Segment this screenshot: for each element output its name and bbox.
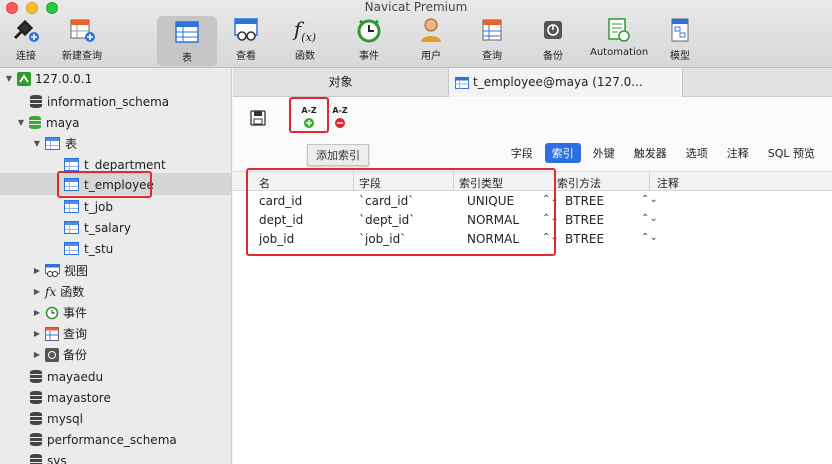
backup-icon: [544, 21, 562, 39]
plug-icon: [13, 19, 39, 42]
function-button[interactable]: f(x) 函数: [281, 14, 329, 68]
database-icon: [30, 95, 42, 108]
subtab-options[interactable]: 选项: [679, 143, 715, 163]
query-icon: [45, 326, 59, 341]
delete-index-button[interactable]: A-Z: [329, 105, 351, 131]
add-index-tooltip: 添加索引: [307, 144, 369, 166]
main-panel: 对象 t_employee@maya (127.0... A-Z A-Z 添加索…: [233, 68, 832, 464]
chevron-down-icon[interactable]: ▼: [16, 118, 26, 127]
database-icon: [30, 370, 42, 383]
tree-events-group[interactable]: ▶ 事件: [32, 302, 87, 323]
tree-db-mayaedu[interactable]: mayaedu: [30, 366, 103, 387]
function-icon: f(x): [293, 16, 317, 44]
new-query-button[interactable]: 新建查询: [58, 14, 106, 68]
function-icon: fx: [45, 284, 57, 299]
tree-backups-group[interactable]: ▶ 备份: [32, 344, 87, 365]
event-clock-icon: [45, 306, 59, 319]
chevron-down-icon[interactable]: ▼: [4, 74, 14, 83]
event-button[interactable]: 事件: [345, 14, 393, 68]
tree-connection[interactable]: ▼ 127.0.0.1: [4, 68, 92, 89]
tab-table-editor[interactable]: t_employee@maya (127.0...: [448, 68, 683, 97]
tree-table-t-salary[interactable]: t_salary: [64, 217, 131, 238]
index-method-select[interactable]: BTREE: [565, 232, 604, 246]
model-button[interactable]: 模型: [656, 14, 704, 68]
automation-button[interactable]: Automation: [590, 14, 648, 68]
backup-button[interactable]: 备份: [529, 14, 577, 68]
col-header-index-method[interactable]: 索引方法: [557, 175, 601, 191]
query-icon: [482, 19, 502, 41]
tab-objects[interactable]: 对象: [233, 68, 448, 97]
chevron-right-icon[interactable]: ▶: [32, 308, 42, 317]
backup-icon: [45, 347, 59, 362]
updown-icon[interactable]: ⌃⌄: [641, 213, 658, 224]
updown-icon[interactable]: ⌃⌄: [641, 232, 658, 243]
tree-db-mayastore[interactable]: mayastore: [30, 387, 111, 408]
database-icon: [30, 391, 42, 404]
table-icon: [175, 21, 199, 43]
view-button[interactable]: 查看: [222, 14, 270, 68]
user-icon: [421, 18, 441, 42]
subtab-bar: 字段 索引 外键 触发器 选项 注释 SQL 预览: [499, 143, 822, 163]
table-icon: [455, 77, 469, 89]
col-header-comment[interactable]: 注释: [657, 175, 679, 191]
chevron-right-icon[interactable]: ▶: [32, 287, 42, 296]
tree-db-information-schema[interactable]: information_schema: [30, 91, 169, 112]
updown-icon[interactable]: ⌃⌄: [641, 194, 658, 205]
subtab-sql-preview[interactable]: SQL 预览: [761, 143, 822, 163]
tree-views-group[interactable]: ▶ 视图: [32, 260, 88, 281]
table-icon: [45, 137, 60, 150]
query-button[interactable]: 查询: [468, 14, 516, 68]
tree-db-performance-schema[interactable]: performance_schema: [30, 429, 177, 450]
title-toolbar: Navicat Premium 连接 新建查询 表 查看 f(x) 函数 事件 …: [0, 0, 832, 68]
connection-tree: ▼ 127.0.0.1 information_schema ▼ maya ▼ …: [0, 68, 232, 464]
remove-circle-icon: [335, 118, 345, 128]
tree-table-t-job[interactable]: t_job: [64, 196, 113, 217]
event-clock-icon: [357, 19, 381, 43]
save-icon[interactable]: [250, 110, 266, 126]
tree-tables-group[interactable]: ▼ 表: [32, 133, 77, 154]
table-icon: [64, 221, 79, 234]
database-icon: [30, 412, 42, 425]
index-method-select[interactable]: BTREE: [565, 194, 604, 208]
chevron-right-icon[interactable]: ▶: [32, 266, 42, 275]
tree-db-mysql[interactable]: mysql: [30, 408, 83, 429]
automation-icon: [608, 18, 630, 42]
highlight-add-index: [289, 97, 329, 133]
subtab-indexes[interactable]: 索引: [544, 143, 581, 163]
user-button[interactable]: 用户: [407, 14, 455, 68]
table-icon: [64, 158, 79, 171]
database-icon: [29, 116, 41, 129]
table-icon: [64, 200, 79, 213]
highlight-index-grid: [246, 168, 556, 256]
tab-editor-label: t_employee@maya (127.0...: [473, 75, 643, 89]
index-method-select[interactable]: BTREE: [565, 213, 604, 227]
tree-db-sys[interactable]: sys: [30, 450, 67, 464]
chevron-right-icon[interactable]: ▶: [32, 329, 42, 338]
chevron-right-icon[interactable]: ▶: [32, 350, 42, 359]
database-icon: [30, 454, 42, 464]
highlight-selected-table: [57, 171, 152, 198]
tree-db-maya[interactable]: ▼ maya: [16, 112, 80, 133]
chevron-down-icon[interactable]: ▼: [32, 139, 42, 148]
table-button[interactable]: 表: [157, 16, 217, 66]
tree-table-t-stu[interactable]: t_stu: [64, 238, 113, 259]
connect-button[interactable]: 连接: [2, 14, 50, 68]
model-icon: [671, 18, 689, 42]
subtab-comments[interactable]: 注释: [720, 143, 756, 163]
tab-bar: 对象 t_employee@maya (127.0...: [233, 68, 832, 97]
database-icon: [30, 433, 42, 446]
tree-queries-group[interactable]: ▶ 查询: [32, 323, 87, 344]
tree-functions-group[interactable]: ▶ fx 函数: [32, 281, 84, 302]
subtab-foreign-keys[interactable]: 外键: [586, 143, 622, 163]
table-icon: [64, 242, 79, 255]
connection-label: 127.0.0.1: [35, 71, 93, 86]
view-icon: [45, 264, 60, 277]
new-query-icon: [70, 19, 95, 42]
subtab-triggers[interactable]: 触发器: [627, 143, 674, 163]
subtab-fields[interactable]: 字段: [504, 143, 540, 163]
view-icon: [234, 18, 258, 41]
connection-icon: [17, 71, 31, 86]
app-title: Navicat Premium: [364, 0, 468, 14]
